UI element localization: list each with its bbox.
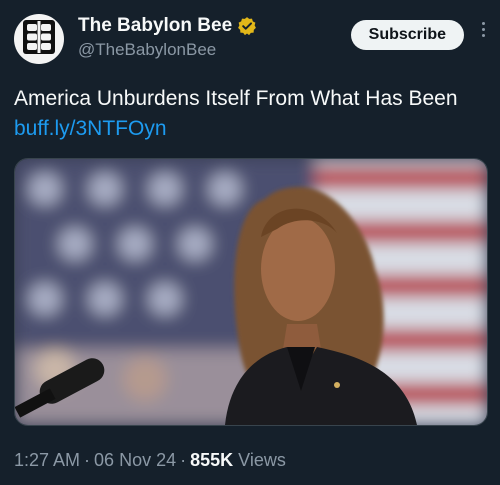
tweet-link[interactable]: buff.ly/3NTFOyn bbox=[14, 117, 167, 140]
author-names: The Babylon Bee @TheBabylonBee bbox=[78, 15, 351, 61]
tweet-time[interactable]: 1:27 AM bbox=[14, 450, 80, 470]
verified-badge-icon[interactable] bbox=[237, 16, 257, 36]
avatar[interactable] bbox=[14, 14, 64, 64]
subscribe-button[interactable]: Subscribe bbox=[350, 20, 464, 50]
tweet-meta: 1:27 AM · 06 Nov 24 · 855K Views bbox=[14, 450, 286, 471]
display-name-row: The Babylon Bee bbox=[78, 15, 351, 37]
more-vertical-icon[interactable] bbox=[480, 22, 486, 37]
views-count: 855K bbox=[190, 450, 234, 470]
display-name[interactable]: The Babylon Bee bbox=[78, 15, 232, 37]
tweet-header: The Babylon Bee @TheBabylonBee Subscribe bbox=[14, 12, 486, 64]
babylon-bee-logo-icon bbox=[19, 17, 59, 62]
handle[interactable]: @TheBabylonBee bbox=[78, 39, 351, 61]
photo-image bbox=[15, 159, 487, 425]
views-label: Views bbox=[238, 450, 286, 470]
tweet-photo[interactable] bbox=[14, 158, 488, 426]
tweet-date[interactable]: 06 Nov 24 bbox=[94, 450, 176, 470]
tweet-body-text: America Unburdens Itself From What Has B… bbox=[14, 87, 458, 110]
tweet-text: America Unburdens Itself From What Has B… bbox=[14, 84, 484, 144]
meta-separator: · bbox=[180, 450, 187, 470]
tweet: The Babylon Bee @TheBabylonBee Subscribe… bbox=[0, 0, 500, 485]
meta-separator: · bbox=[84, 450, 91, 470]
